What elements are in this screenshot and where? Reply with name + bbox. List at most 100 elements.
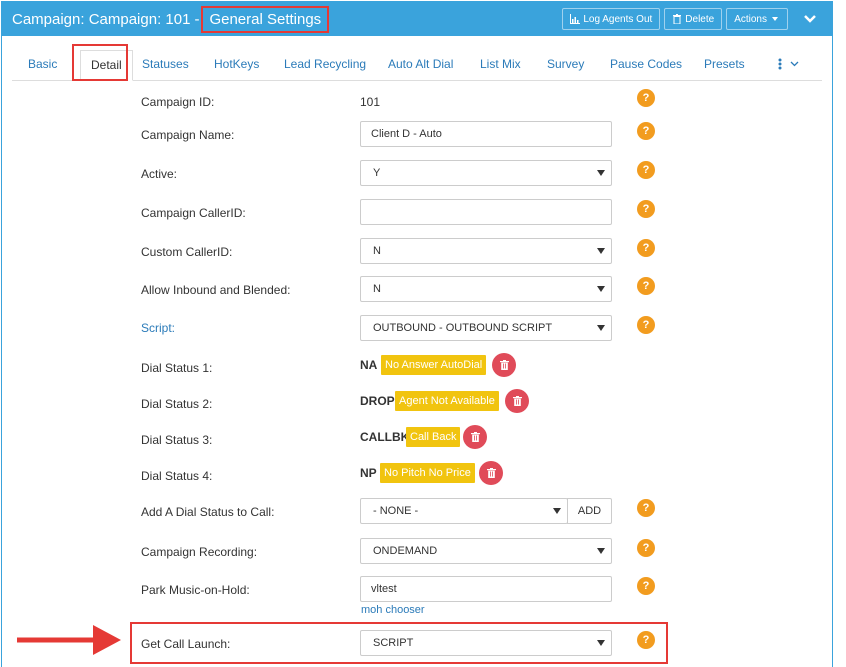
help-icon[interactable]: ? xyxy=(637,577,655,595)
campaign-callerid-label: Campaign CallerID: xyxy=(141,206,246,220)
panel-header: Campaign: Campaign: 101 - General Settin… xyxy=(2,2,832,36)
script-link[interactable]: Script: xyxy=(141,321,175,335)
trash-icon xyxy=(499,360,509,370)
allow-inbound-label: Allow Inbound and Blended: xyxy=(141,283,291,297)
campaign-title: Campaign: Campaign: 101 xyxy=(12,10,191,28)
campaign-name-label: Campaign Name: xyxy=(141,128,235,142)
dial-status-code: NP xyxy=(360,466,377,480)
help-icon[interactable]: ? xyxy=(637,122,655,140)
tab-hotkeys[interactable]: HotKeys xyxy=(214,50,259,78)
remove-dial-status-button[interactable] xyxy=(479,461,503,485)
dial-status-4-label: Dial Status 4: xyxy=(141,469,213,483)
dial-status-badge: Agent Not Available xyxy=(395,391,499,411)
get-call-launch-label: Get Call Launch: xyxy=(141,637,231,651)
caret-down-icon xyxy=(597,325,605,331)
dial-status-code: DROP xyxy=(360,394,395,408)
campaign-id-label: Campaign ID: xyxy=(141,95,215,109)
caret-down-icon xyxy=(597,248,605,254)
bar-chart-icon xyxy=(570,14,581,24)
campaign-recording-label: Campaign Recording: xyxy=(141,545,258,559)
dial-status-3-label: Dial Status 3: xyxy=(141,433,213,447)
dial-status-code: NA xyxy=(360,358,378,372)
help-icon[interactable]: ? xyxy=(637,277,655,295)
title-separator: - xyxy=(194,10,200,28)
custom-callerid-label: Custom CallerID: xyxy=(141,245,233,259)
actions-label: Actions xyxy=(734,13,767,25)
collapse-button[interactable] xyxy=(798,8,822,30)
allow-inbound-select-value: N xyxy=(373,283,381,295)
tab-basic[interactable]: Basic xyxy=(28,50,57,78)
vertical-ellipsis-icon xyxy=(778,58,782,70)
section-title-general-settings: General Settings xyxy=(201,5,330,33)
help-icon[interactable]: ? xyxy=(637,539,655,557)
header-actions: Log Agents Out Delete Actions xyxy=(562,8,822,30)
page-title: Campaign: Campaign: 101 - General Settin… xyxy=(12,5,330,33)
get-call-launch-select-value: SCRIPT xyxy=(373,637,414,649)
active-label: Active: xyxy=(141,167,178,181)
help-icon[interactable]: ? xyxy=(637,631,655,649)
tab-auto-alt-dial[interactable]: Auto Alt Dial xyxy=(388,50,453,78)
park-moh-label: Park Music-on-Hold: xyxy=(141,583,250,597)
tab-lead-recycling[interactable]: Lead Recycling xyxy=(284,50,366,78)
help-icon[interactable]: ? xyxy=(637,161,655,179)
detail-tab-highlight xyxy=(72,44,128,81)
help-icon[interactable]: ? xyxy=(637,89,655,107)
allow-inbound-select[interactable]: N xyxy=(360,276,612,302)
caret-down-icon xyxy=(597,286,605,292)
dial-status-1-label: Dial Status 1: xyxy=(141,361,213,375)
tab-bar: Basic Detail Statuses HotKeys Lead Recyc… xyxy=(12,44,822,81)
help-icon[interactable]: ? xyxy=(637,200,655,218)
custom-callerid-select-value: N xyxy=(373,245,381,257)
get-call-launch-select[interactable]: SCRIPT xyxy=(360,630,612,656)
dial-status-code: CALLBK xyxy=(360,430,410,444)
campaign-recording-select-value: ONDEMAND xyxy=(373,545,438,557)
caret-down-icon xyxy=(772,17,778,21)
add-dial-status-select-value: - NONE - xyxy=(373,505,419,517)
active-select[interactable]: Y xyxy=(360,160,612,186)
add-dial-status-select[interactable]: - NONE - xyxy=(360,498,568,524)
tab-statuses[interactable]: Statuses xyxy=(142,50,189,78)
park-moh-input[interactable]: vltest xyxy=(360,576,612,602)
trash-icon xyxy=(512,396,522,406)
tab-survey[interactable]: Survey xyxy=(547,50,584,78)
more-tabs-menu[interactable] xyxy=(778,50,799,78)
remove-dial-status-button[interactable] xyxy=(492,353,516,377)
chevron-down-icon xyxy=(790,61,799,67)
trash-icon xyxy=(470,432,480,442)
help-icon[interactable]: ? xyxy=(637,499,655,517)
remove-dial-status-button[interactable] xyxy=(463,425,487,449)
trash-icon xyxy=(673,14,682,24)
campaign-recording-select[interactable]: ONDEMAND xyxy=(360,538,612,564)
script-select-value: OUTBOUND - OUTBOUND SCRIPT xyxy=(373,322,553,334)
custom-callerid-select[interactable]: N xyxy=(360,238,612,264)
tab-presets[interactable]: Presets xyxy=(704,50,745,78)
add-dial-status-button[interactable]: ADD xyxy=(567,498,612,524)
dial-status-badge: Call Back xyxy=(406,427,461,447)
help-icon[interactable]: ? xyxy=(637,239,655,257)
remove-dial-status-button[interactable] xyxy=(505,389,529,413)
tab-list-mix[interactable]: List Mix xyxy=(480,50,521,78)
delete-button[interactable]: Delete xyxy=(664,8,723,30)
caret-down-icon xyxy=(553,508,561,514)
active-select-value: Y xyxy=(373,167,381,179)
red-arrow-annotation xyxy=(17,625,121,655)
chevron-down-icon xyxy=(804,15,816,23)
log-agents-out-button[interactable]: Log Agents Out xyxy=(562,8,661,30)
help-icon[interactable]: ? xyxy=(637,316,655,334)
dial-status-badge: No Pitch No Price xyxy=(380,463,475,483)
delete-label: Delete xyxy=(685,13,715,25)
script-select[interactable]: OUTBOUND - OUTBOUND SCRIPT xyxy=(360,315,612,341)
log-agents-out-label: Log Agents Out xyxy=(583,13,653,25)
caret-down-icon xyxy=(597,640,605,646)
add-dial-status-label: Add A Dial Status to Call: xyxy=(141,505,275,519)
caret-down-icon xyxy=(597,548,605,554)
dial-status-2-label: Dial Status 2: xyxy=(141,397,213,411)
caret-down-icon xyxy=(597,170,605,176)
moh-chooser-link[interactable]: moh chooser xyxy=(361,604,425,616)
actions-dropdown[interactable]: Actions xyxy=(726,8,788,30)
tab-pause-codes[interactable]: Pause Codes xyxy=(610,50,682,78)
trash-icon xyxy=(486,468,496,478)
campaign-name-input[interactable]: Client D - Auto xyxy=(360,121,612,147)
dial-status-badge: No Answer AutoDial xyxy=(381,355,487,375)
campaign-callerid-input[interactable] xyxy=(360,199,612,225)
